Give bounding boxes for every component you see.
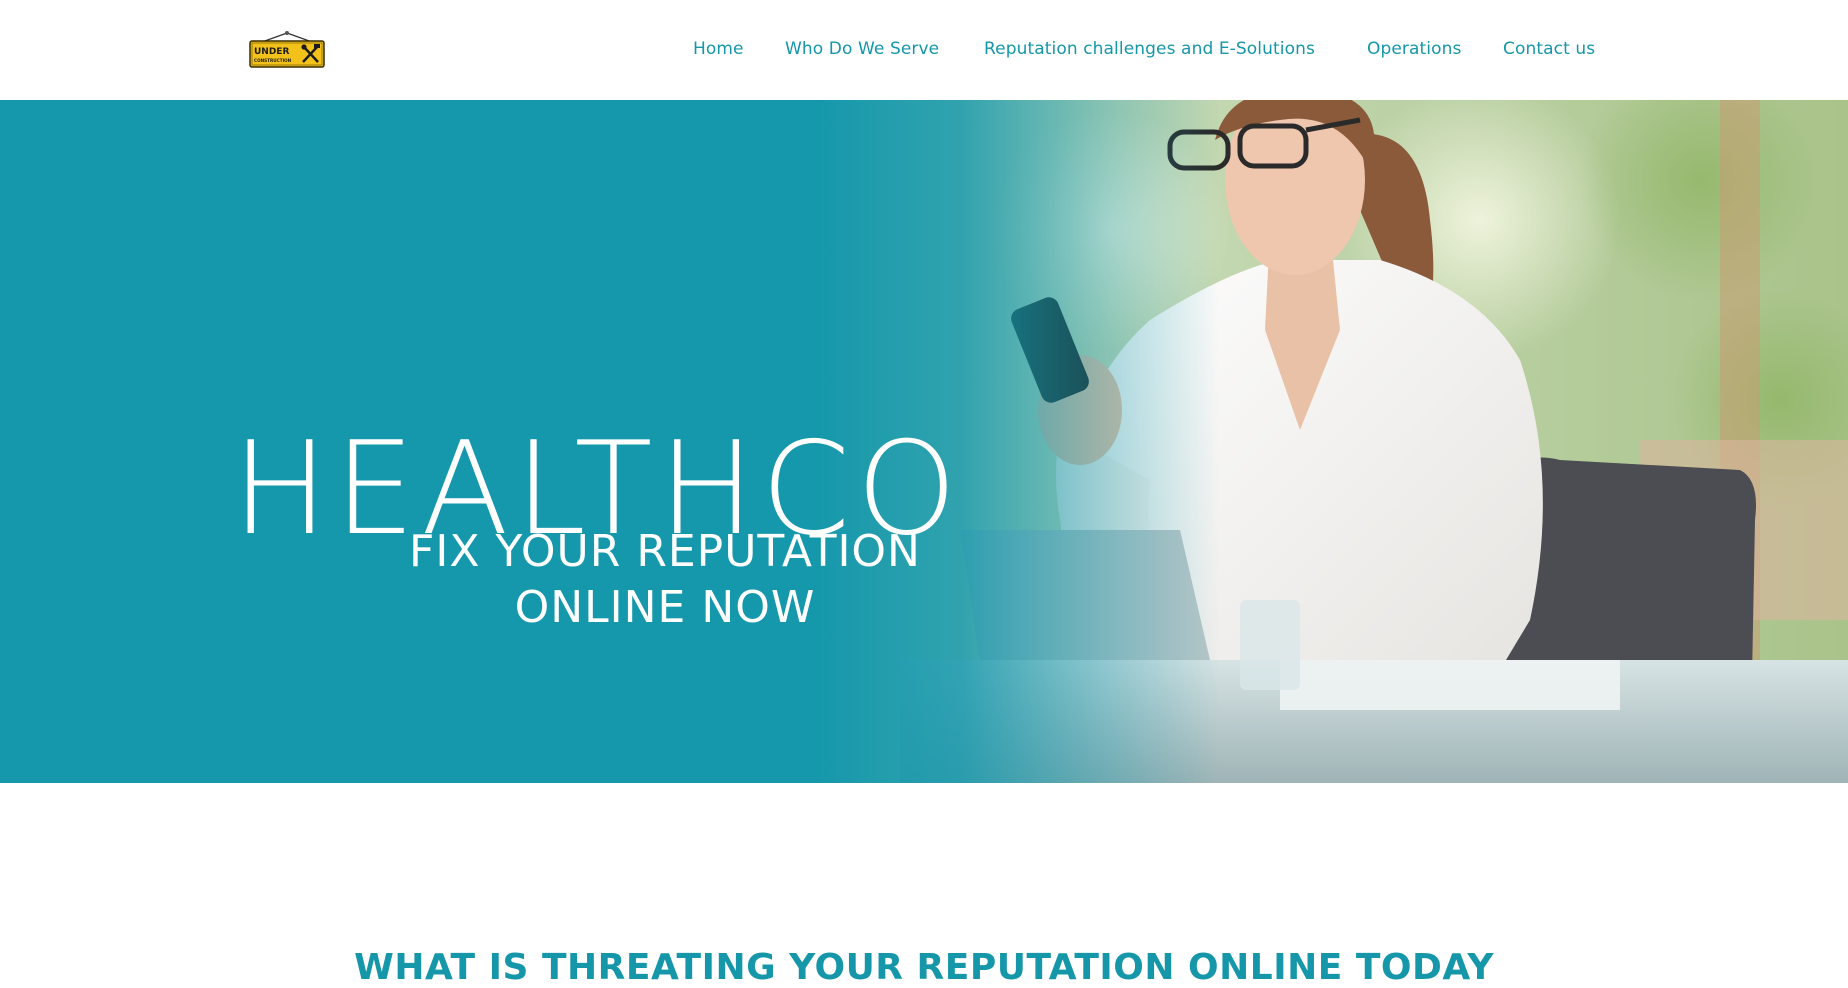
hero-banner: HEALTHCO FIX YOUR REPUTATION ONLINE NOW [0, 100, 1848, 783]
section-heading: WHAT IS THREATING YOUR REPUTATION ONLINE… [354, 946, 1494, 988]
nav-home[interactable]: Home [693, 39, 744, 59]
nav-contact-us[interactable]: Contact us [1503, 39, 1595, 59]
hero-subtitle-line-2: ONLINE NOW [514, 582, 816, 633]
hero-subtitle-line-1: FIX YOUR REPUTATION [409, 526, 921, 577]
nav-reputation-challenges[interactable]: Reputation challenges and E-Solutions [984, 39, 1315, 59]
nav-operations[interactable]: Operations [1367, 39, 1461, 59]
site-header: UNDER CONSTRUCTION Home Who Do We Serve … [0, 0, 1848, 100]
main-nav: Home Who Do We Serve Reputation challeng… [0, 0, 1848, 100]
nav-who-do-we-serve[interactable]: Who Do We Serve [785, 39, 939, 59]
hero-subtitle: FIX YOUR REPUTATION ONLINE NOW [330, 524, 1000, 636]
